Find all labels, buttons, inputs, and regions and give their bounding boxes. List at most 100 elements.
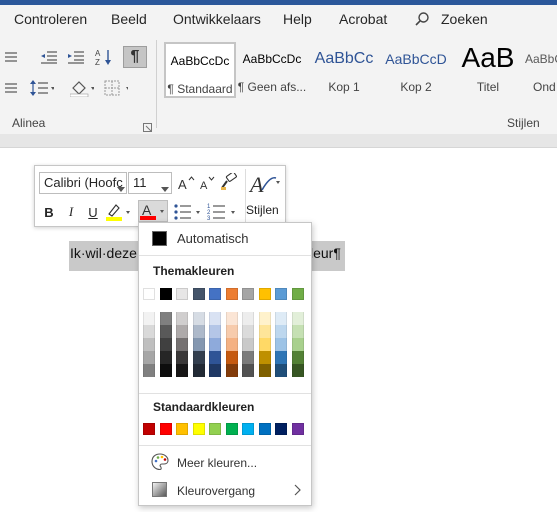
theme-color-shade-swatch[interactable]: [176, 338, 188, 351]
gradient-option[interactable]: Kleurovergang: [177, 484, 255, 498]
theme-color-shade-swatch[interactable]: [159, 351, 172, 364]
theme-color-shade-swatch[interactable]: [159, 364, 172, 377]
shrink-font-icon[interactable]: A: [198, 172, 218, 194]
theme-color-shade-swatch[interactable]: [258, 364, 271, 377]
theme-color-swatch[interactable]: [225, 288, 238, 300]
theme-color-shade-swatch[interactable]: [275, 325, 287, 338]
standard-color-swatch[interactable]: [192, 423, 205, 435]
theme-color-shade-swatch[interactable]: [291, 364, 304, 377]
standard-color-swatch[interactable]: [209, 423, 221, 435]
bullets-icon[interactable]: [173, 201, 203, 223]
theme-color-shade-swatch[interactable]: [242, 351, 254, 364]
theme-color-swatch[interactable]: [176, 288, 188, 300]
theme-color-shade-swatch[interactable]: [143, 338, 155, 351]
decrease-indent-icon[interactable]: [37, 46, 61, 68]
search-icon[interactable]: [414, 11, 430, 32]
borders-icon[interactable]: [104, 77, 128, 99]
theme-color-shade-swatch[interactable]: [192, 325, 205, 338]
numbering-icon[interactable]: 123: [207, 201, 239, 223]
theme-color-shade-swatch[interactable]: [209, 364, 221, 377]
standard-color-swatch[interactable]: [143, 423, 155, 435]
underline-icon[interactable]: U: [83, 201, 103, 223]
theme-color-shade-swatch[interactable]: [209, 325, 221, 338]
show-formatting-marks-icon[interactable]: ¶: [123, 46, 147, 68]
menu-beeld[interactable]: Beeld: [111, 11, 147, 27]
bold-icon[interactable]: B: [39, 201, 59, 223]
theme-color-shade-swatch[interactable]: [275, 351, 287, 364]
automatic-color-swatch[interactable]: [152, 231, 167, 246]
standard-color-swatch[interactable]: [159, 423, 172, 435]
standard-color-swatch[interactable]: [275, 423, 287, 435]
justify-icon[interactable]: [0, 77, 24, 99]
style-kop-1[interactable]: AaBbCc Kop 1: [309, 42, 379, 98]
theme-color-shade-swatch[interactable]: [159, 338, 172, 351]
standard-color-swatch[interactable]: [258, 423, 271, 435]
theme-color-shade-swatch[interactable]: [225, 312, 238, 325]
standard-color-swatch[interactable]: [291, 423, 304, 435]
search-label[interactable]: Zoeken: [441, 11, 488, 27]
theme-color-shade-swatch[interactable]: [242, 338, 254, 351]
theme-color-shade-swatch[interactable]: [192, 338, 205, 351]
standard-color-swatch[interactable]: [176, 423, 188, 435]
menu-controleren[interactable]: Controleren: [14, 11, 87, 27]
theme-color-swatch[interactable]: [258, 288, 271, 300]
menu-acrobat[interactable]: Acrobat: [339, 11, 387, 27]
format-painter-icon[interactable]: [219, 171, 239, 193]
theme-color-swatch[interactable]: [275, 288, 287, 300]
style-ondertitel[interactable]: AaBbCcDc Ond: [525, 42, 557, 98]
standard-color-swatch[interactable]: [225, 423, 238, 435]
style-titel[interactable]: AaB Titel: [453, 42, 523, 98]
theme-color-shade-swatch[interactable]: [291, 338, 304, 351]
sort-icon[interactable]: AZ: [92, 46, 116, 68]
styles-mini-icon[interactable]: A: [248, 170, 284, 197]
theme-color-shade-swatch[interactable]: [225, 338, 238, 351]
theme-color-shade-swatch[interactable]: [192, 351, 205, 364]
font-color-icon[interactable]: A: [138, 200, 168, 222]
theme-color-shade-swatch[interactable]: [176, 364, 188, 377]
menu-help[interactable]: Help: [283, 11, 312, 27]
theme-color-shade-swatch[interactable]: [192, 312, 205, 325]
theme-color-shade-swatch[interactable]: [209, 338, 221, 351]
theme-color-shade-swatch[interactable]: [176, 351, 188, 364]
theme-color-shade-swatch[interactable]: [159, 312, 172, 325]
theme-color-swatch[interactable]: [192, 288, 205, 300]
theme-color-shade-swatch[interactable]: [258, 312, 271, 325]
grow-font-icon[interactable]: A: [177, 172, 197, 194]
theme-color-swatch[interactable]: [143, 288, 155, 300]
list-multilevel-icon[interactable]: [0, 46, 24, 68]
menu-ontwikkelaars[interactable]: Ontwikkelaars: [173, 11, 261, 27]
line-spacing-icon[interactable]: [30, 77, 54, 99]
theme-color-shade-swatch[interactable]: [242, 312, 254, 325]
theme-color-shade-swatch[interactable]: [242, 325, 254, 338]
theme-color-shade-swatch[interactable]: [209, 351, 221, 364]
style-standaard[interactable]: AaBbCcDc ¶ Standaard: [164, 42, 236, 98]
theme-color-swatch[interactable]: [209, 288, 221, 300]
theme-color-swatch[interactable]: [159, 288, 172, 300]
styles-mini-label[interactable]: Stijlen: [246, 203, 279, 217]
standard-color-swatch[interactable]: [242, 423, 254, 435]
highlight-color-icon[interactable]: [105, 201, 133, 223]
theme-color-shade-swatch[interactable]: [176, 325, 188, 338]
theme-color-shade-swatch[interactable]: [159, 325, 172, 338]
theme-color-shade-swatch[interactable]: [143, 325, 155, 338]
theme-color-shade-swatch[interactable]: [291, 325, 304, 338]
theme-color-shade-swatch[interactable]: [225, 351, 238, 364]
theme-color-shade-swatch[interactable]: [242, 364, 254, 377]
shading-icon[interactable]: [70, 77, 94, 99]
theme-color-shade-swatch[interactable]: [275, 312, 287, 325]
increase-indent-icon[interactable]: [64, 46, 88, 68]
theme-color-shade-swatch[interactable]: [258, 338, 271, 351]
theme-color-shade-swatch[interactable]: [291, 312, 304, 325]
theme-color-shade-swatch[interactable]: [225, 364, 238, 377]
theme-color-shade-swatch[interactable]: [275, 364, 287, 377]
theme-color-shade-swatch[interactable]: [209, 312, 221, 325]
theme-color-swatch[interactable]: [242, 288, 254, 300]
theme-color-shade-swatch[interactable]: [192, 364, 205, 377]
font-name-box[interactable]: Calibri (Hoofc: [39, 172, 127, 194]
italic-icon[interactable]: I: [61, 201, 81, 223]
theme-color-shade-swatch[interactable]: [225, 325, 238, 338]
theme-color-shade-swatch[interactable]: [176, 312, 188, 325]
theme-color-swatch[interactable]: [291, 288, 304, 300]
theme-color-shade-swatch[interactable]: [143, 351, 155, 364]
theme-color-shade-swatch[interactable]: [258, 325, 271, 338]
